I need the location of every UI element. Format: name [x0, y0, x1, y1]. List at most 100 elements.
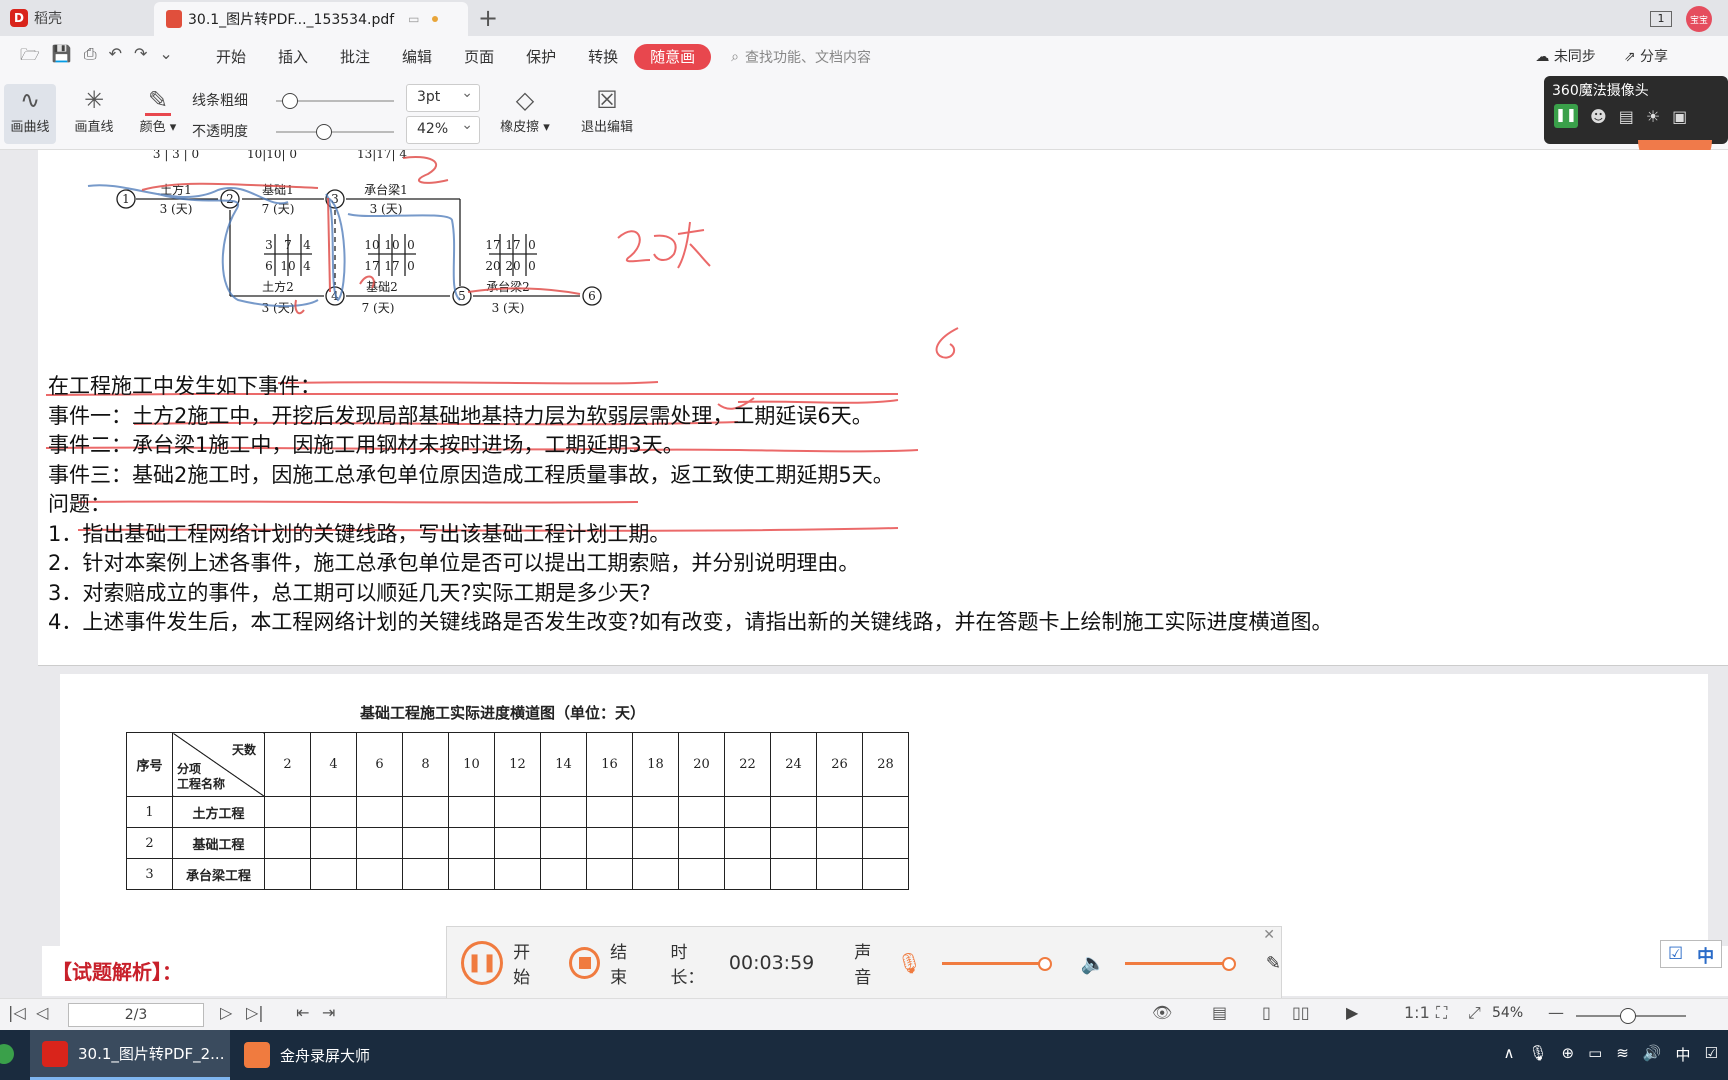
open-icon[interactable]: 🗁	[20, 44, 40, 71]
recorder-close-icon[interactable]: ✕	[1263, 927, 1275, 943]
last-page-icon[interactable]: ▷|	[246, 1003, 264, 1022]
activity-dur-4: 3 (天)	[262, 301, 295, 315]
undo-icon[interactable]: ↶	[109, 44, 122, 71]
mic-volume-slider[interactable]	[941, 956, 1052, 971]
recorder-bar: ❚❚ 开始 结束 时长： 00:03:59 声音 🎙 🔈 ✎ ✕	[446, 926, 1282, 1000]
prev-page-icon[interactable]: ◁	[36, 1003, 48, 1022]
sync-button[interactable]: ☁ 未同步	[1535, 46, 1595, 66]
start-icon[interactable]	[0, 1044, 14, 1064]
notification-icon[interactable]: ☑	[1705, 1044, 1718, 1065]
chat-icon[interactable]: ▤	[1619, 107, 1634, 126]
forward-icon[interactable]: ⇥	[322, 1003, 335, 1022]
page-number-input[interactable]: 2/3	[68, 1003, 204, 1027]
duration-value: 00:03:59	[728, 952, 815, 974]
question-line-2: 事件二：承台梁1施工中，因施工用钢材未按时进场，工期延期3天。	[48, 433, 684, 457]
speaker-icon[interactable]: 🔈	[1080, 951, 1105, 975]
grid-a-3: 6	[265, 259, 273, 273]
mic-tray-icon[interactable]: 🎙	[1528, 1044, 1547, 1065]
record-stop-button[interactable]	[569, 947, 601, 979]
exit-edit-button[interactable]: ☒ 退出编辑	[574, 84, 640, 135]
straight-line-tool[interactable]: ✳ 画直线	[66, 84, 122, 135]
actual-size-icon[interactable]: 1:1	[1404, 1003, 1430, 1022]
redo-icon[interactable]: ↷	[134, 44, 147, 71]
tray-app-icon[interactable]: ⊕	[1562, 1044, 1575, 1065]
zoom-out-icon[interactable]: —	[1548, 1003, 1564, 1022]
play-icon[interactable]: ▶	[1346, 1003, 1358, 1022]
tab-home[interactable]: D 稻壳	[0, 0, 154, 36]
search-box[interactable]: ⌕ 查找功能、文档内容	[731, 47, 871, 67]
thickness-knob[interactable]	[282, 93, 298, 109]
gantt-diag-name: 分项 工程名称	[177, 762, 226, 791]
save-icon[interactable]: 💾	[52, 44, 72, 71]
taskbar-wps[interactable]: 30.1_图片转PDF_2...	[30, 1030, 230, 1080]
grid-c-5: 0	[528, 259, 536, 273]
document-area: 1 2 3 4 5 6 3 | 3 | 0 10|10| 0 13|17| 4 …	[0, 150, 1728, 946]
monitor-icon[interactable]: ▭	[408, 12, 419, 26]
eye-icon[interactable]: 👁	[1152, 1003, 1172, 1022]
status-bar: |◁ ◁ 2/3 ▷ ▷| ⇤ ⇥ 👁 ▤ ▯ ▯▯ ▶ 1:1 ⛶ ⤢ 54%…	[0, 998, 1728, 1030]
tab-document[interactable]: 30.1_图片转PDF..._153534.pdf ▭	[154, 2, 468, 36]
next-page-icon[interactable]: ▷	[220, 1003, 232, 1022]
wifi-icon[interactable]: ≋	[1616, 1044, 1629, 1065]
camera-pause-icon[interactable]: ❚❚	[1554, 104, 1578, 128]
menu-edit[interactable]: 编辑	[386, 44, 448, 70]
show-hidden-icon[interactable]: ∧	[1503, 1044, 1514, 1065]
speaker-volume-slider[interactable]	[1125, 956, 1236, 971]
fit-page-icon[interactable]: ⛶	[1436, 1003, 1447, 1023]
scroll-mode-icon[interactable]: ▤	[1212, 1003, 1227, 1022]
record-pause-button[interactable]: ❚❚	[461, 941, 504, 985]
brightness-icon[interactable]: ☀	[1646, 107, 1660, 126]
battery-icon[interactable]: ▭	[1588, 1044, 1602, 1065]
thickness-slider[interactable]	[276, 93, 394, 109]
main-menu: 开始 插入 批注 编辑 页面 保护 转换 随意画	[200, 44, 712, 70]
freehand-label: 画曲线	[10, 120, 50, 135]
taskbar-recorder[interactable]: 金舟录屏大师	[232, 1030, 426, 1080]
taskbar-wps-label: 30.1_图片转PDF_2...	[78, 1045, 225, 1063]
zoom-knob[interactable]	[1620, 1008, 1636, 1024]
eraser-tool[interactable]: ◇ 橡皮擦 ▾	[494, 84, 556, 135]
menu-page[interactable]: 页面	[448, 44, 510, 70]
opacity-select[interactable]: 42%	[406, 116, 480, 144]
ime-edit-icon: ☑	[1667, 944, 1684, 964]
grid-a-2: 4	[303, 238, 311, 252]
node-3: 3	[331, 192, 339, 206]
gantt-col-no: 序号	[126, 732, 173, 797]
top-label-2: 10|10| 0	[247, 150, 297, 161]
page-2: 基础工程施工实际进度横道图（单位：天） 序号 天数 分项 工程名称 2 4 6 8…	[60, 674, 1708, 946]
menu-convert[interactable]: 转换	[572, 44, 634, 70]
pen-edit-icon[interactable]: ✎	[1266, 953, 1281, 974]
volume-icon[interactable]: 🔊	[1643, 1044, 1662, 1065]
zoom-value[interactable]: 54%	[1492, 1005, 1523, 1021]
new-tab-button[interactable]: +	[478, 4, 498, 32]
menu-annotate[interactable]: 批注	[324, 44, 386, 70]
camera-widget: 360魔法摄像头 ❚❚ ☻ ▤ ☀ ▣	[1544, 76, 1728, 144]
input-language[interactable]: 中	[1676, 1044, 1691, 1065]
window-count[interactable]: 1	[1650, 11, 1672, 27]
menu-start[interactable]: 开始	[200, 44, 262, 70]
opacity-knob[interactable]	[316, 124, 332, 140]
opacity-slider[interactable]	[276, 124, 394, 140]
menu-freedraw[interactable]: 随意画	[634, 44, 712, 70]
menu-protect[interactable]: 保护	[510, 44, 572, 70]
print-icon[interactable]: ⎙	[84, 44, 97, 71]
color-tool[interactable]: ✎ 颜色 ▾	[134, 84, 182, 135]
freehand-tool[interactable]: ∿ 画曲线	[4, 84, 56, 144]
activity-name-5: 基础2	[366, 280, 398, 294]
fit-width-icon[interactable]: ⤢	[1468, 1003, 1481, 1023]
window-icon[interactable]: ▣	[1672, 107, 1687, 126]
ime-indicator[interactable]: ☑ 中	[1660, 940, 1722, 968]
more-icon[interactable]: ⌄	[159, 44, 172, 71]
menu-insert[interactable]: 插入	[262, 44, 324, 70]
question-line-7: 3．对索赔成立的事件，总工期可以顺延几天?实际工期是多少天?	[48, 580, 651, 605]
two-page-icon[interactable]: ▯▯	[1292, 1003, 1310, 1022]
question-line-6: 2．针对本案例上述各事件，施工总承包单位是否可以提出工期索赔，并分别说明理由。	[48, 551, 860, 575]
thickness-select[interactable]: 3pt	[406, 84, 480, 112]
first-page-icon[interactable]: |◁	[8, 1003, 26, 1022]
zoom-slider[interactable]	[1576, 1008, 1686, 1024]
share-button[interactable]: ⇗ 分享	[1624, 46, 1668, 66]
microphone-icon[interactable]: 🎙	[897, 951, 922, 975]
face-icon[interactable]: ☻	[1590, 107, 1607, 126]
back-icon[interactable]: ⇤	[296, 1003, 309, 1022]
single-page-icon[interactable]: ▯	[1262, 1003, 1271, 1022]
avatar[interactable]: 宝宝	[1686, 6, 1712, 32]
